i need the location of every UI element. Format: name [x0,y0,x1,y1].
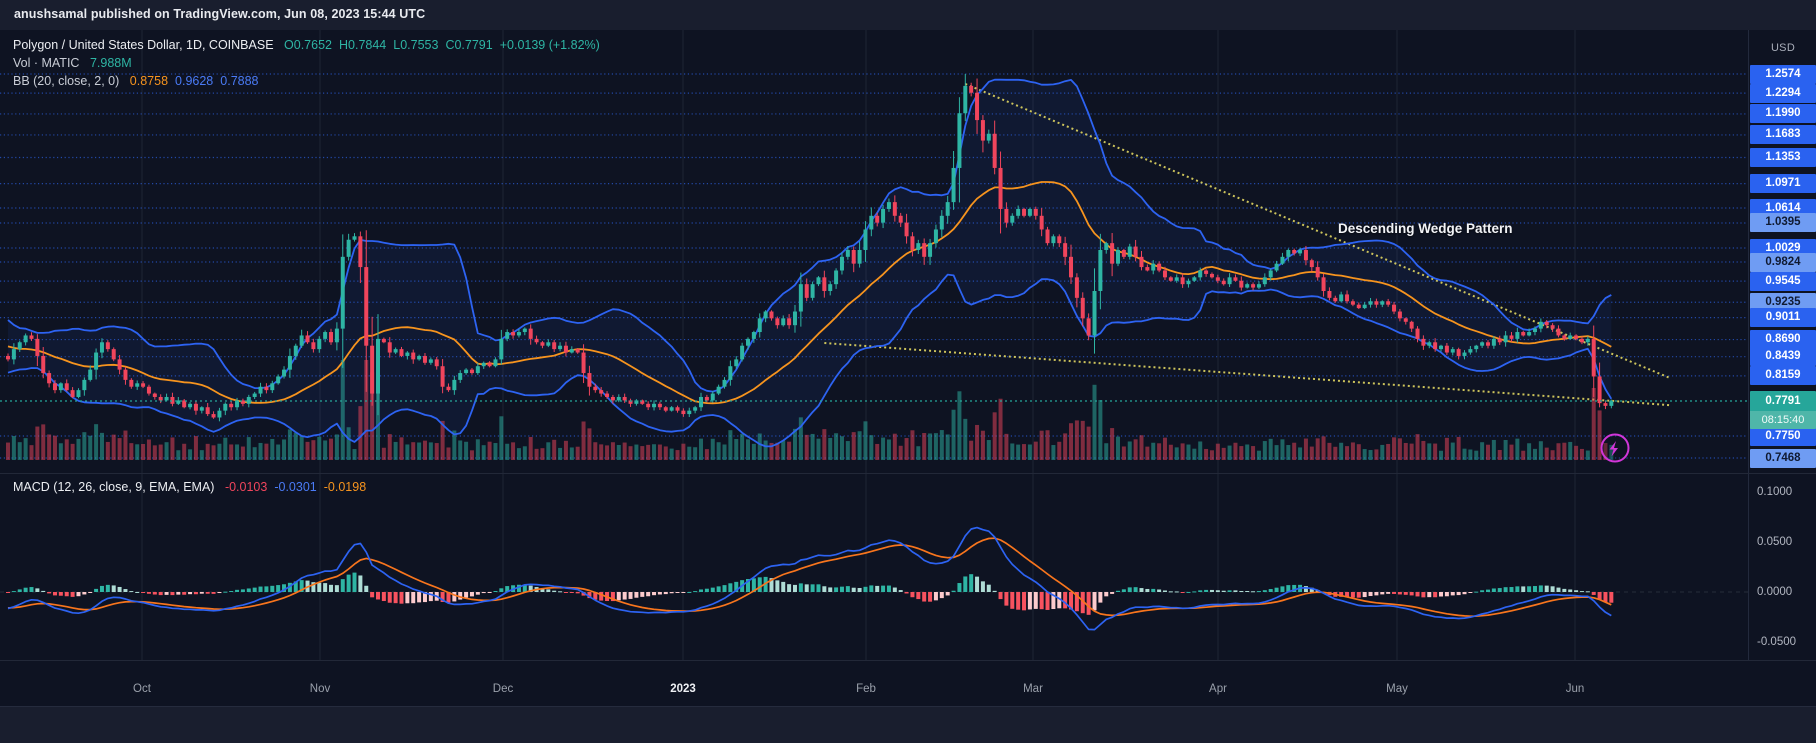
price-axis-label: 0.9545 [1750,272,1816,291]
price-axis-label: 1.1683 [1750,125,1816,144]
time-axis-label: Nov [298,683,342,695]
chart-canvas[interactable] [0,0,1816,743]
time-axis-label: Feb [844,683,888,695]
volume-label[interactable]: Vol · MATIC [13,56,79,70]
macd-legend: MACD (12, 26, close, 9, EMA, EMA) -0.010… [13,480,373,494]
time-axis-label: Apr [1196,683,1240,695]
bb-value: 0.7888 [220,74,258,88]
price-axis-label: 0.8159 [1750,366,1816,385]
price-scale[interactable]: USD 1.25741.22941.1990 1.1683 1.1353 1.0971… [1748,30,1816,660]
price-axis-label: 1.2294 [1750,84,1816,103]
currency-label: USD [1749,42,1816,54]
macd-axis-label: -0.0500 [1757,634,1816,650]
volume-value: 7.988M [90,56,132,70]
bb-value: 0.9628 [175,74,213,88]
time-axis-label: Mar [1011,683,1055,695]
wedge-annotation[interactable]: Descending Wedge Pattern [1338,221,1513,236]
macd-axis-label: 0.0000 [1757,584,1816,600]
bar-countdown: 08:15:40 [1750,411,1816,429]
macd-axis-label: 0.0500 [1757,534,1816,550]
macd-axis-label: 0.1000 [1757,484,1816,500]
ohlc-value: L0.7553 [393,38,438,52]
price-axis-label: 1.0395 [1750,213,1816,232]
ohlc-value: C0.7791 [445,38,492,52]
price-axis-label: 0.8439 [1750,347,1816,366]
symbol-title[interactable]: Polygon / United States Dollar, 1D, COIN… [13,38,274,52]
pane-divider[interactable] [0,473,1816,474]
bb-indicator-label[interactable]: BB (20, close, 2, 0) [13,74,119,88]
time-axis-divider [0,660,1816,661]
time-axis-label: Oct [120,683,164,695]
ohlc-value: O0.7652 [284,38,332,52]
macd-indicator-label[interactable]: MACD (12, 26, close, 9, EMA, EMA) [13,480,214,494]
flash-icon[interactable] [1602,435,1629,462]
time-axis-label: Dec [481,683,525,695]
symbol-legend: Polygon / United States Dollar, 1D, COIN… [13,36,607,90]
price-axis-label: 1.1353 [1750,148,1816,167]
ohlc-value: H0.7844 [339,38,386,52]
price-axis-label: 1.1990 [1750,104,1816,123]
bb-value: 0.8758 [130,74,168,88]
price-axis-label: 0.7750 [1750,427,1816,446]
current-price-value: 0.7791 [1750,391,1816,411]
macd-value: -0.0103 [225,480,267,494]
time-axis-label: 2023 [661,683,705,695]
price-axis-label: 0.8690 [1750,330,1816,349]
price-axis-label: 0.9824 [1750,253,1816,272]
macd-value: -0.0198 [324,480,366,494]
macd-value: -0.0301 [274,480,316,494]
time-axis-label: May [1375,683,1419,695]
price-axis-label: 1.2574 [1750,65,1816,84]
tradingview-published-chart: anushsamal published on TradingView.com,… [0,0,1816,743]
publish-footer: TradingView [0,706,1816,743]
current-price-label: 0.7791 08:15:40 [1750,391,1816,429]
price-axis-label: 0.9011 [1750,308,1816,327]
time-axis-label: Jun [1553,683,1597,695]
price-axis-label: 1.0971 [1750,174,1816,193]
ohlc-value: +0.0139 (+1.82%) [500,38,600,52]
price-axis-label: 0.7468 [1750,449,1816,468]
time-scale[interactable]: Oct Nov Dec 2023 Feb Mar Apr May Jun [0,661,1748,706]
